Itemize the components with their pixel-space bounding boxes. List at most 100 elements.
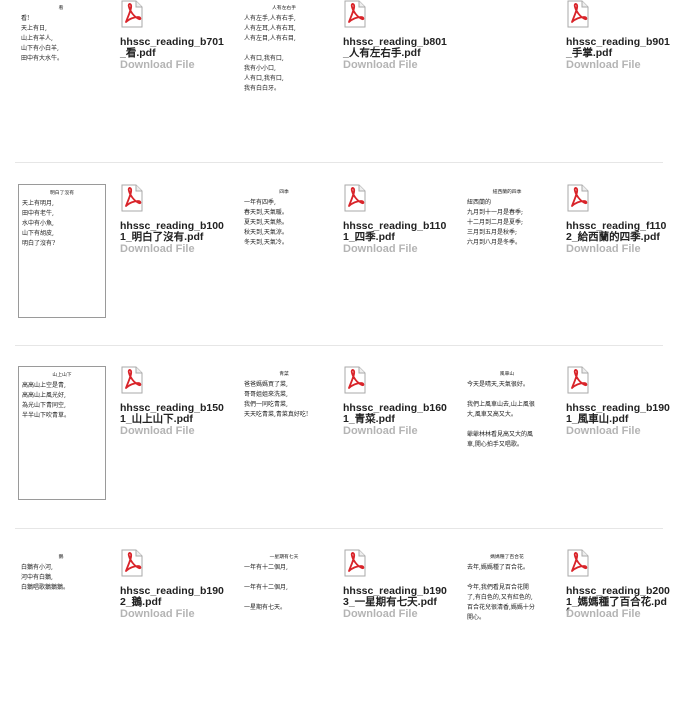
thumbnail-line: 天上有日, [21, 25, 47, 32]
document-thumbnail[interactable]: 鵝白鵝有小河, 河中有白鵝, 白鵝唱歌鵝鵝鵝。 [18, 549, 104, 681]
file-name-link[interactable]: hhssc_reading_b701_看.pdf [120, 37, 224, 58]
thumbnail-line: 了,有白色的,又有紅色的, [467, 594, 533, 601]
row-separator [15, 162, 663, 163]
thumbnail-line: 明白了沒有? [22, 240, 56, 247]
thumbnail-line: 山下有胡皮, [22, 230, 54, 237]
download-file-button[interactable]: Download File [120, 243, 195, 255]
thumbnail-line: 十二月到二月是夏季; [467, 219, 524, 226]
pdf-file-icon[interactable] [343, 0, 367, 28]
thumbnail-line: 高高山上風光好, [22, 392, 66, 399]
thumbnail-line: 去年,媽媽種了百合花。 [467, 564, 529, 571]
download-file-button[interactable]: Download File [566, 425, 641, 437]
thumbnail-title: 鵝 [58, 555, 64, 560]
thumbnail-line: 爸爸媽媽買了菜, [244, 381, 288, 388]
thumbnail-line [244, 44, 325, 54]
file-card: 四季 一年有四季, 春天到,天氣暖。 夏天到,天氣熱。 秋天到,天氣涼。 冬天到,天氣冷。… [223, 184, 446, 354]
download-file-button[interactable]: Download File [120, 59, 195, 71]
thumbnail-line: 秋天到,天氣涼。 [244, 229, 288, 236]
document-thumbnail[interactable]: 四季 一年有四季, 春天到,天氣暖。 夏天到,天氣熱。 秋天到,天氣涼。 冬天到,天氣冷。 [241, 184, 327, 316]
thumbnail-line [244, 573, 325, 583]
pdf-file-icon[interactable] [343, 184, 367, 212]
thumbnail-line: 看! [21, 15, 30, 22]
thumbnail-line: 田中有大水牛。 [21, 55, 64, 62]
file-name-link[interactable]: hhssc_reading_f1102_給西蘭的四季.pdf [566, 221, 670, 242]
file-card: hhssc_reading_b901_手掌.pdf Download File [446, 0, 670, 170]
document-thumbnail[interactable]: 山上山下 高高山上空是青, 高高山上風光好, 為光山下青同空, 半半山下吹青草。 [18, 366, 106, 500]
thumbnail-line: 人有口,我有口, [244, 55, 284, 62]
thumbnail-text: 一年有四季, 春天到,天氣暖。 夏天到,天氣熱。 秋天到,天氣涼。 冬天到,天氣冷。 [241, 195, 327, 248]
file-name-link[interactable]: hhssc_reading_b1601_青菜.pdf [343, 403, 447, 424]
thumbnail-text: 一年有十二個月, 一年有十二個月, 一星期有七天。 [241, 560, 327, 613]
pdf-file-icon[interactable] [120, 366, 144, 394]
pdf-file-icon[interactable] [120, 184, 144, 212]
file-name-link[interactable]: hhssc_reading_b1501_山上山下.pdf [120, 403, 224, 424]
download-file-button[interactable]: Download File [120, 425, 195, 437]
file-name-link[interactable]: hhssc_reading_b1902_鵝.pdf [120, 586, 224, 607]
thumbnail-line: 開心。 [467, 614, 486, 621]
pdf-file-icon[interactable] [343, 366, 367, 394]
thumbnail-line: 人有口,我有口, [244, 75, 284, 82]
thumbnail-text: 今天是晴天,天氣很好。 我們上風車山去,山上風很 大,風車又高又大。 爺爺林林看見… [464, 377, 550, 450]
file-name-link[interactable]: hhssc_reading_b801_人有左右手.pdf [343, 37, 447, 58]
thumbnail-line: 山下有小白羊, [21, 45, 59, 52]
thumbnail-line: 我們上風車山去,山上風很 [467, 401, 535, 408]
pdf-file-icon[interactable] [120, 0, 144, 28]
thumbnail-line: 一年有四季, [244, 199, 276, 206]
thumbnail-title: 媽媽種了百合花 [490, 555, 524, 560]
thumbnail-line: 百合花兒很清香,媽媽十分 [467, 604, 535, 611]
thumbnail-line: 紐西蘭的 [467, 199, 492, 206]
download-file-button[interactable]: Download File [120, 608, 195, 620]
download-file-button[interactable]: Download File [343, 425, 418, 437]
file-name-link[interactable]: hhssc_reading_b1901_風車山.pdf [566, 403, 670, 424]
thumbnail-text: 去年,媽媽種了百合花。 今年,我們看見百合花開 了,有白色的,又有紅色的, 百合花兒… [464, 560, 550, 623]
file-card: 紐西蘭的四季 紐西蘭的 九月到十一月是春季; 十二月到二月是夏季; 三月到五月是秋季; 六… [446, 184, 669, 354]
thumbnail-title: 山上山下 [52, 373, 72, 378]
thumbnail-text: 高高山上空是青, 高高山上風光好, 為光山下青同空, 半半山下吹青草。 [19, 378, 105, 421]
thumbnail-line: 我有小小口, [244, 65, 276, 72]
document-thumbnail[interactable]: 媽媽種了百合花 去年,媽媽種了百合花。 今年,我們看見百合花開 了,有白色的,又有紅… [464, 549, 550, 681]
thumbnail-line: 人有左耳,人有右耳, [244, 25, 296, 32]
file-card: 媽媽種了百合花 去年,媽媽種了百合花。 今年,我們看見百合花開 了,有白色的,又有紅… [446, 549, 670, 719]
download-file-button[interactable]: Download File [566, 608, 641, 620]
document-thumbnail[interactable]: 紐西蘭的四季 紐西蘭的 九月到十一月是春季; 十二月到二月是夏季; 三月到五月是秋季; 六… [464, 184, 550, 316]
thumbnail-title: 四季 [279, 190, 289, 195]
thumbnail-line: 春天到,天氣暖。 [244, 209, 288, 216]
thumbnail-line: 天上有明月, [22, 200, 54, 207]
document-thumbnail[interactable]: 人有左右手 人有左手,人有右手, 人有左耳,人有右耳, 人有左目,人有右目, 人有口,… [241, 0, 327, 132]
thumbnail-text: 紐西蘭的 九月到十一月是春季; 十二月到二月是夏季; 三月到五月是秋季; 六月到八月是冬… [464, 195, 550, 248]
download-file-button[interactable]: Download File [343, 243, 418, 255]
pdf-file-icon[interactable] [566, 549, 590, 577]
download-file-button[interactable]: Download File [566, 59, 641, 71]
thumbnail-title: 紐西蘭的四季 [492, 190, 522, 195]
thumbnail-line: 白鵝有小河, [21, 564, 53, 571]
thumbnail-title: 一星期有七天 [269, 555, 299, 560]
thumbnail-line: 三月到五月是秋季; [467, 229, 518, 236]
file-card: 明白了沒有 天上有明月, 田中有老牛, 水中有小魚, 山下有胡皮, 明白了沒有? hhssc… [0, 184, 224, 354]
pdf-file-icon[interactable] [566, 0, 590, 28]
file-name-link[interactable]: hhssc_reading_b1001_明白了沒有.pdf [120, 221, 224, 242]
document-thumbnail[interactable]: 風車山 今天是晴天,天氣很好。 我們上風車山去,山上風很 大,風車又高又大。 爺爺林… [464, 366, 550, 498]
download-file-button[interactable]: Download File [566, 243, 641, 255]
download-file-button[interactable]: Download File [343, 608, 418, 620]
pdf-file-icon[interactable] [343, 549, 367, 577]
row-separator [15, 345, 663, 346]
thumbnail-line: 今年,我們看見百合花開 [467, 584, 529, 591]
document-thumbnail[interactable]: 看看! 天上有日, 山上有羊人, 山下有小白羊, 田中有大水牛。 [18, 0, 104, 132]
thumbnail-line: 山上有羊人, [21, 35, 53, 42]
download-file-button[interactable]: Download File [343, 59, 418, 71]
pdf-file-icon[interactable] [566, 184, 590, 212]
file-name-link[interactable]: hhssc_reading_b1903_一星期有七天.pdf [343, 586, 447, 607]
file-card: 看看! 天上有日, 山上有羊人, 山下有小白羊, 田中有大水牛。 hhssc_readin… [0, 0, 224, 170]
document-thumbnail[interactable]: 明白了沒有 天上有明月, 田中有老牛, 水中有小魚, 山下有胡皮, 明白了沒有? [18, 184, 106, 318]
file-name-link[interactable]: hhssc_reading_b901_手掌.pdf [566, 37, 670, 58]
thumbnail-line: 我們一同吃青菜, [244, 401, 288, 408]
document-thumbnail[interactable] [464, 0, 550, 132]
document-thumbnail[interactable]: 青菜 爸爸媽媽買了菜, 哥哥姐姐來洗菜, 我們一同吃青菜, 天天吃青菜,青菜真好吃! [241, 366, 327, 498]
pdf-file-icon[interactable] [120, 549, 144, 577]
pdf-file-icon[interactable] [566, 366, 590, 394]
document-thumbnail[interactable]: 一星期有七天 一年有十二個月, 一年有十二個月, 一星期有七天。 [241, 549, 327, 681]
file-name-link[interactable]: hhssc_reading_b1101_四季.pdf [343, 221, 447, 242]
thumbnail-line: 一星期有七天。 [244, 604, 287, 611]
thumbnail-line: 河中有白鵝, [21, 574, 53, 581]
thumbnail-text: 看! 天上有日, 山上有羊人, 山下有小白羊, 田中有大水牛。 [18, 11, 104, 64]
